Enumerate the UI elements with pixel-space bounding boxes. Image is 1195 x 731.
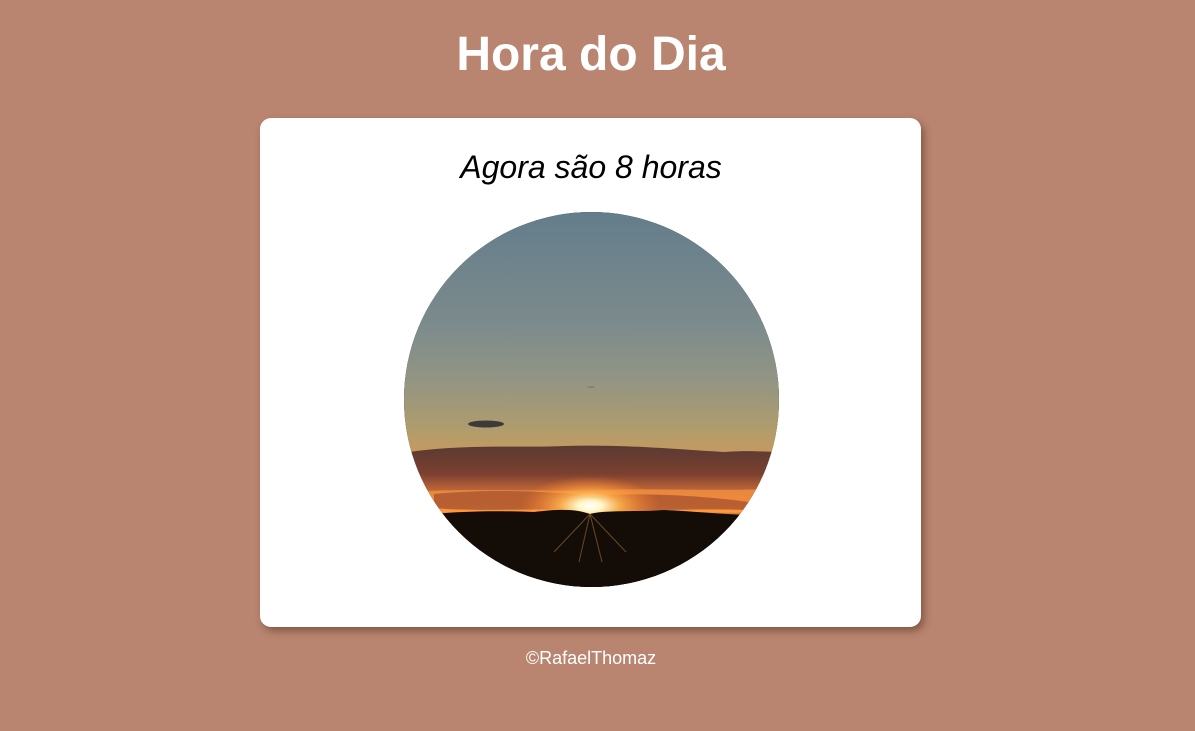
current-time-message: Agora são 8 horas [460,149,722,185]
cloud-small [468,420,504,428]
sunrise-image [404,212,779,587]
page-title: Hora do Dia [456,28,726,81]
copyright-footer: ©RafaelThomaz [525,648,657,668]
sunrise-illustration [404,212,779,587]
